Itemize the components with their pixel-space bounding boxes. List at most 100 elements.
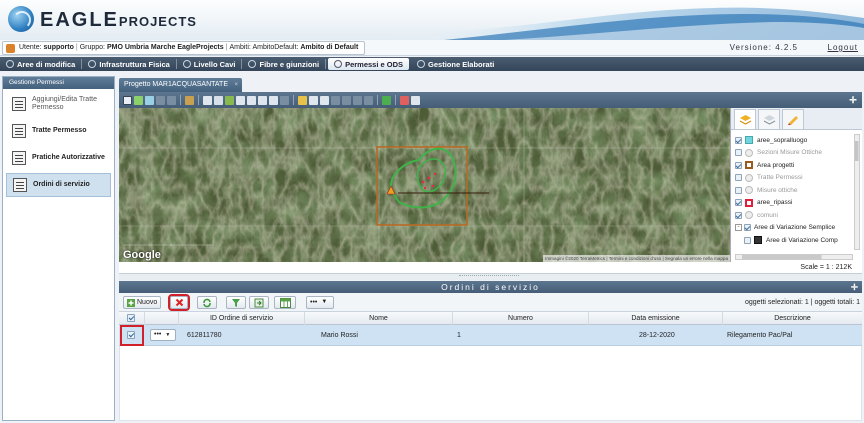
header-numero[interactable]: Numero bbox=[453, 312, 589, 325]
row-actions-dropdown[interactable]: ••• ▼ bbox=[150, 329, 176, 341]
nav-gestione-elaborati[interactable]: Gestione Elaborati bbox=[411, 57, 500, 71]
refresh-button[interactable] bbox=[197, 296, 217, 309]
layers-hscrollbar[interactable] bbox=[735, 254, 853, 260]
sidebar-item-tratte-permesso[interactable]: Tratte Permesso bbox=[6, 119, 111, 143]
print-icon[interactable] bbox=[411, 95, 420, 105]
disabled-tool-icon[interactable] bbox=[156, 95, 165, 105]
header-swoosh bbox=[384, 7, 864, 40]
zoom-out-icon[interactable] bbox=[247, 95, 256, 105]
header-select-cell[interactable] bbox=[119, 312, 145, 325]
project-tabstrip: Progetto MAR1ACQUASANTATE × bbox=[119, 76, 862, 92]
disabled-tool-icon[interactable] bbox=[353, 95, 362, 105]
layer-row-aree-variazione-semplice[interactable]: - Aree di Variazione Semplice bbox=[731, 222, 862, 235]
refresh-map-icon[interactable] bbox=[382, 95, 391, 105]
nav-fibre-e-giunzioni[interactable]: Fibre e giunzioni bbox=[242, 57, 325, 71]
satellite-map[interactable]: Google Immagini ©2020 TerraMetrics | Ter… bbox=[119, 108, 730, 262]
draw-tool-icon[interactable] bbox=[309, 95, 318, 105]
expand-icon[interactable]: ✛ bbox=[851, 281, 858, 293]
nav-permessi-e-ods[interactable]: Permessi e ODS bbox=[328, 58, 410, 70]
layer-row-aree-ripassi[interactable]: aree_ripassi bbox=[731, 197, 862, 210]
layer-checkbox[interactable] bbox=[735, 199, 742, 207]
layer-label: Aree di Variazione Comp bbox=[766, 236, 838, 244]
row-checkbox[interactable] bbox=[127, 331, 135, 339]
layer-row-area-progetti[interactable]: Area progetti bbox=[731, 159, 862, 172]
layer-checkbox[interactable] bbox=[735, 211, 742, 219]
layer-row-misure-ottiche[interactable]: Misure ottiche bbox=[731, 184, 862, 197]
layer-checkbox[interactable] bbox=[735, 149, 742, 157]
disabled-tool-icon[interactable] bbox=[280, 95, 289, 105]
row-select-cell[interactable] bbox=[120, 325, 144, 346]
utente-value: supporto bbox=[43, 44, 74, 51]
new-button[interactable]: Nuovo bbox=[123, 296, 162, 309]
logout-link[interactable]: Logout bbox=[828, 43, 858, 52]
layer-checkbox[interactable] bbox=[735, 174, 742, 182]
header-data-emissione[interactable]: Data emissione bbox=[589, 312, 723, 325]
tab-basemaps[interactable] bbox=[758, 109, 780, 129]
nav-aree-di-modifica[interactable]: Aree di modifica bbox=[0, 57, 81, 71]
nav-label: Livello Cavi bbox=[193, 59, 236, 69]
filter-button[interactable] bbox=[226, 296, 246, 309]
disabled-tool-icon[interactable] bbox=[331, 95, 340, 105]
layer-row-aree-variazione-comp[interactable]: Aree di Variazione Comp bbox=[731, 234, 862, 247]
panel-splitter[interactable] bbox=[119, 274, 862, 280]
table-row[interactable]: ••• ▼ 612811780 Mario Rossi 1 28-12-2020… bbox=[119, 325, 862, 346]
layer-checkbox[interactable] bbox=[744, 236, 751, 244]
layers-scrollbar[interactable] bbox=[854, 134, 860, 250]
select-all-checkbox[interactable] bbox=[127, 314, 135, 322]
delete-button[interactable] bbox=[168, 294, 190, 311]
nav-infrastruttura-fisica[interactable]: Infrastruttura Fisica bbox=[82, 57, 175, 71]
tab-edit[interactable] bbox=[782, 109, 804, 129]
tab-project[interactable]: Progetto MAR1ACQUASANTATE × bbox=[119, 78, 242, 92]
star-icon bbox=[88, 60, 97, 68]
grid-header-row: ID Ordine di servizio Nome Numero Data e… bbox=[119, 312, 862, 325]
table-tool-icon[interactable] bbox=[214, 95, 223, 105]
layer-row-aree-sopralluogo[interactable]: aree_sopralluogo bbox=[731, 134, 862, 147]
layer-tool-icon[interactable] bbox=[225, 95, 234, 105]
info-tool-icon[interactable] bbox=[203, 95, 212, 105]
scrollbar-thumb[interactable] bbox=[855, 141, 859, 161]
layer-checkbox[interactable] bbox=[744, 224, 751, 232]
header-id[interactable]: ID Ordine di servizio bbox=[179, 312, 305, 325]
layer-row-comuni[interactable]: comuni bbox=[731, 209, 862, 222]
expand-icon[interactable]: - bbox=[735, 224, 742, 232]
map-canvas[interactable] bbox=[119, 108, 730, 262]
more-actions-dropdown[interactable]: ••• ▼ bbox=[306, 296, 334, 309]
scrollbar-thumb[interactable] bbox=[742, 255, 822, 259]
expand-icon[interactable]: ✛ bbox=[848, 95, 858, 105]
layers-list: aree_sopralluogo Sezioni Misure Ottiche … bbox=[731, 130, 862, 247]
edit-tool-icon[interactable] bbox=[298, 95, 307, 105]
header-nome[interactable]: Nome bbox=[305, 312, 453, 325]
sidebar-item-aggiungi-edita-tratte[interactable]: Aggiungi/Edita Tratte Permesso bbox=[6, 92, 111, 116]
zoom-extent-icon[interactable] bbox=[258, 95, 267, 105]
splitter-handle[interactable] bbox=[459, 275, 519, 279]
sidebar-item-pratiche-autorizzative[interactable]: Pratiche Autorizzative bbox=[6, 146, 111, 170]
pan-tool-icon[interactable] bbox=[134, 95, 143, 105]
nav-livello-cavi[interactable]: Livello Cavi bbox=[177, 57, 242, 71]
select-tool-icon[interactable] bbox=[123, 95, 132, 105]
print-tool-icon[interactable] bbox=[320, 95, 329, 105]
toolbar-divider bbox=[377, 95, 378, 105]
header-descrizione[interactable]: Descrizione bbox=[723, 312, 862, 325]
version-label: Versione: 4.2.5 bbox=[729, 43, 798, 52]
layer-checkbox[interactable] bbox=[735, 136, 742, 144]
disabled-tool-icon[interactable] bbox=[342, 95, 351, 105]
export-icon bbox=[254, 298, 264, 307]
zoom-box-icon[interactable] bbox=[269, 95, 278, 105]
export-button[interactable] bbox=[249, 296, 269, 309]
zoom-in-icon[interactable] bbox=[236, 95, 245, 105]
columns-button[interactable] bbox=[274, 296, 296, 309]
close-icon[interactable]: × bbox=[234, 78, 238, 92]
filter-icon bbox=[232, 298, 240, 307]
layer-checkbox[interactable] bbox=[735, 186, 742, 194]
layer-checkbox[interactable] bbox=[735, 161, 742, 169]
disabled-tool-icon[interactable] bbox=[364, 95, 373, 105]
tab-layers[interactable] bbox=[734, 109, 756, 129]
globe-tool-icon[interactable] bbox=[145, 95, 154, 105]
disabled-tool-icon[interactable] bbox=[167, 95, 176, 105]
export-pdf-icon[interactable] bbox=[400, 95, 409, 105]
gruppo-value: PMO Umbria Marche EagleProjects bbox=[106, 44, 224, 51]
layer-row-sezioni-misure-ottiche[interactable]: Sezioni Misure Ottiche bbox=[731, 147, 862, 160]
sidebar-item-ordini-di-servizio[interactable]: Ordini di servizio bbox=[6, 173, 111, 197]
layer-row-tratte-permessi[interactable]: Tratte Permessi bbox=[731, 172, 862, 185]
measure-tool-icon[interactable] bbox=[185, 95, 194, 105]
